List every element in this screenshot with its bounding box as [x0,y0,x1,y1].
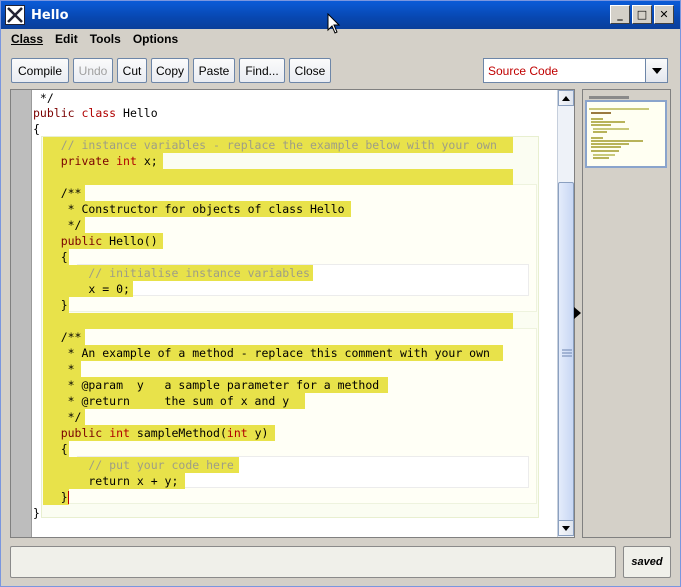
chevron-down-icon [562,525,570,531]
navview-header [589,96,629,99]
code-line: /** [43,329,85,345]
code-line: public Hello() [43,233,163,249]
code-line: * @return the sum of x and y [43,393,305,409]
undo-button[interactable]: Undo [73,58,113,83]
code-line: private int x; [43,153,163,169]
code-line: public int sampleMethod(int y) [43,425,275,441]
code-line: // put your code here [43,457,239,473]
menu-options[interactable]: Options [127,32,184,46]
paste-button[interactable]: Paste [193,58,235,83]
code-line: { [33,122,40,136]
code-area[interactable]: */ public class Hello { // instance vari… [33,90,556,537]
blank-line [43,169,513,185]
scroll-down-button[interactable] [558,520,574,536]
text-caret [67,491,69,504]
close-icon: ✕ [659,8,669,21]
close-window-button[interactable]: ✕ [654,5,674,24]
saved-indicator: saved [623,546,671,578]
scroll-thumb[interactable] [558,182,574,522]
code-line: x = 0; [43,281,133,297]
copy-button[interactable]: Copy [151,58,189,83]
code-line: { [33,441,69,457]
menu-edit[interactable]: Edit [49,32,84,46]
line-gutter[interactable] [11,90,32,537]
status-message-bar [10,546,616,578]
code-line: */ [33,91,54,105]
collapse-navview-icon[interactable] [574,307,581,319]
minimize-button[interactable]: _ [610,5,630,24]
code-line: */ [43,217,85,233]
code-line: // initialise instance variables [43,265,313,281]
code-line: { [33,249,69,265]
compile-button[interactable]: Compile [11,58,69,83]
window-title: Hello [31,7,69,23]
code-line: * An example of a method - replace this … [43,345,503,361]
blank-line [43,313,513,329]
bluej-app-icon[interactable] [5,5,25,25]
close-button[interactable]: Close [289,58,331,83]
code-line: return x + y; [43,473,185,489]
code-line: } [33,297,69,313]
navigation-view[interactable] [582,89,671,538]
navview-viewport[interactable] [585,100,667,168]
mouse-pointer-icon [327,13,341,34]
toolbar: Compile Undo Cut Copy Paste Find... Clos… [11,58,331,83]
code-line: } [33,489,69,505]
code-line: * @param y a sample parameter for a meth… [43,377,388,393]
code-line: * [43,361,81,377]
dropdown-arrow-icon[interactable] [645,59,667,82]
maximize-button[interactable]: □ [632,5,652,24]
editor-window: Hello _ □ ✕ Class Edit Tools Options Com… [0,0,681,587]
scroll-up-button[interactable] [558,90,574,106]
menu-class[interactable]: Class [5,32,49,46]
chevron-up-icon [562,95,570,101]
code-line: */ [43,409,85,425]
cut-button[interactable]: Cut [117,58,147,83]
find-button[interactable]: Find... [239,58,285,83]
code-line: } [33,506,40,520]
navview-code-preview [589,108,649,159]
maximize-icon: □ [636,8,648,21]
code-line: /** [43,185,85,201]
vertical-scrollbar[interactable] [557,90,574,537]
code-line: * Constructor for objects of class Hello [43,201,351,217]
view-selector[interactable]: Source Code [483,58,668,83]
source-editor: */ public class Hello { // instance vari… [10,89,575,538]
menu-tools[interactable]: Tools [84,32,127,46]
view-selector-value: Source Code [488,63,559,78]
code-line: public class Hello [33,106,158,120]
minimize-icon: _ [617,8,623,21]
grip-icon [562,349,572,357]
code-line: // instance variables - replace the exam… [43,137,513,153]
